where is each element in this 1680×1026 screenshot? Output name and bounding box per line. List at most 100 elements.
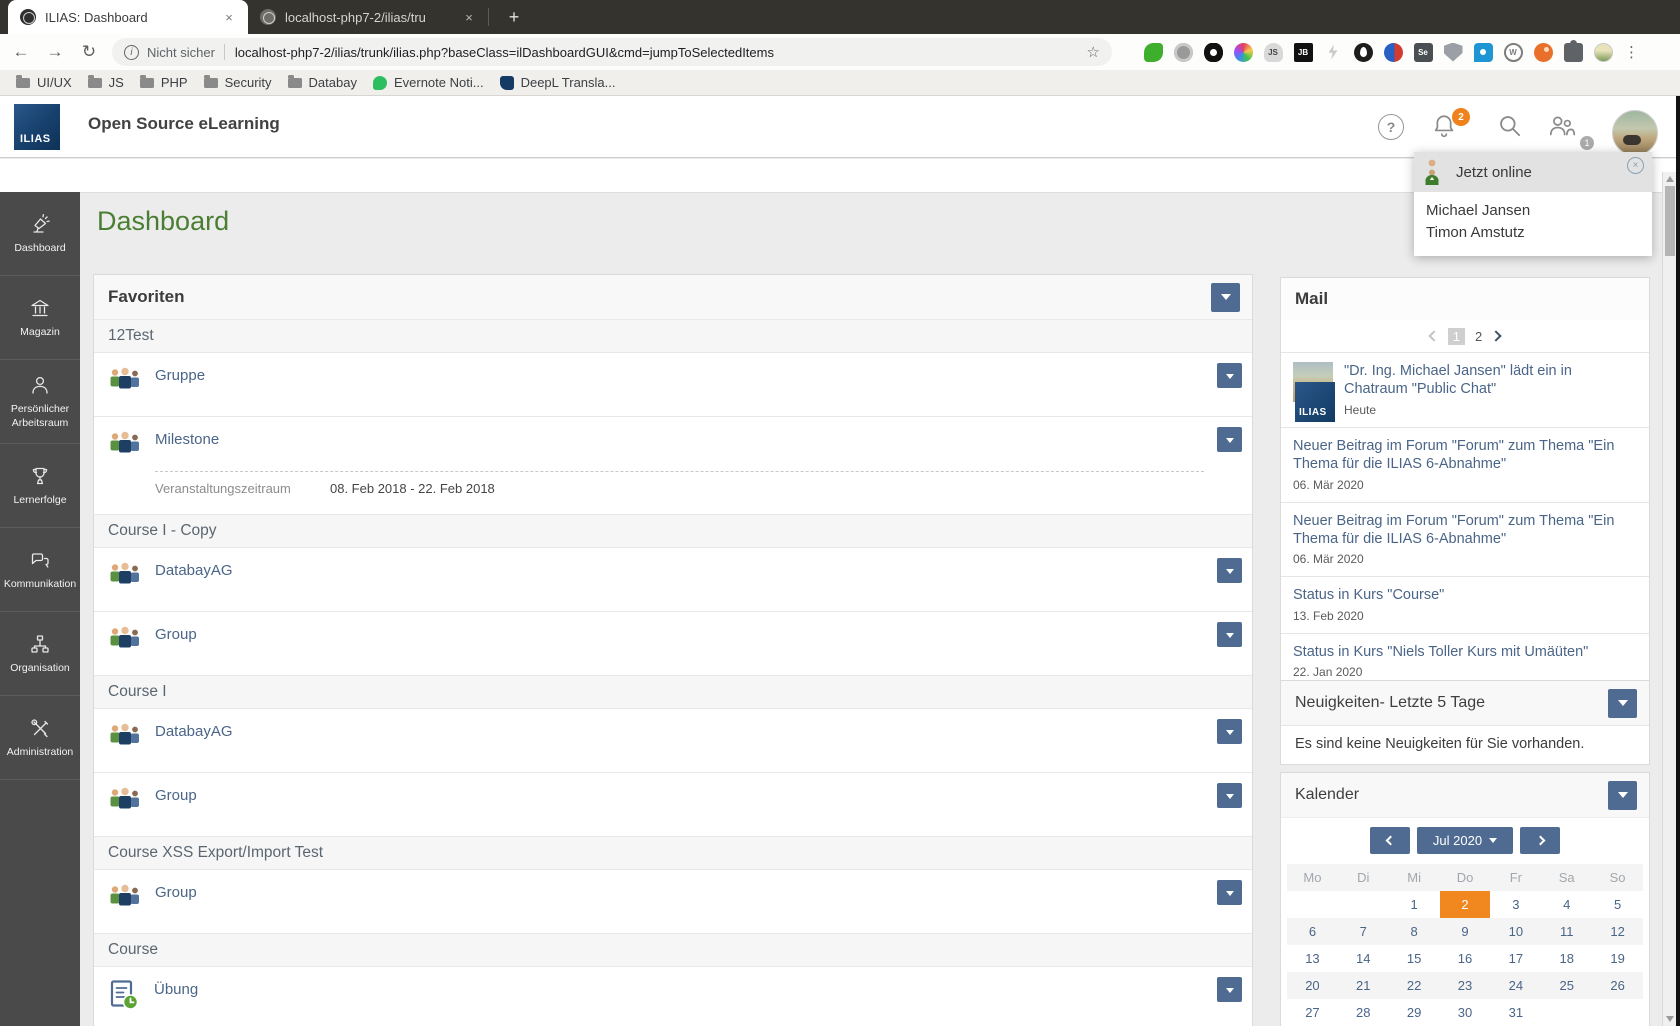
calendar-day[interactable]: 8: [1389, 918, 1440, 945]
site-info-icon[interactable]: i: [124, 44, 139, 60]
calendar-day[interactable]: 13: [1287, 945, 1338, 972]
address-bar[interactable]: i Nicht sicher localhost-php7-2/ilias/tr…: [112, 38, 1112, 66]
news-collapse-button[interactable]: [1608, 688, 1637, 718]
url-text[interactable]: localhost-php7-2/ilias/trunk/ilias.php?b…: [235, 45, 1079, 60]
mail-title-link[interactable]: "Dr. Ing. Michael Jansen" lädt ein in Ch…: [1344, 362, 1637, 399]
calendar-day[interactable]: 29: [1389, 999, 1440, 1026]
calendar-day[interactable]: 27: [1287, 999, 1338, 1026]
forward-button[interactable]: →: [42, 39, 68, 65]
scroll-down-arrow[interactable]: [1666, 1016, 1674, 1022]
calendar-prev-button[interactable]: [1370, 827, 1410, 854]
online-users-icon[interactable]: [1546, 112, 1578, 140]
tab-close-icon[interactable]: ×: [220, 8, 238, 26]
extension-eye-icon[interactable]: [1203, 42, 1223, 62]
item-actions-button[interactable]: [1217, 427, 1242, 452]
calendar-day[interactable]: 12: [1592, 918, 1643, 945]
item-actions-button[interactable]: [1217, 977, 1242, 1002]
browser-menu-icon[interactable]: ⋮: [1624, 43, 1639, 61]
calendar-day[interactable]: 25: [1541, 972, 1592, 999]
sidebar-item-organisation[interactable]: Organisation: [0, 612, 80, 696]
calendar-month-button[interactable]: Jul 2020: [1417, 827, 1513, 854]
mail-title-link[interactable]: Neuer Beitrag im Forum "Forum" zum Thema…: [1293, 437, 1637, 474]
online-user[interactable]: Michael Jansen: [1426, 200, 1640, 222]
close-icon[interactable]: ×: [1627, 157, 1644, 174]
mail-title-link[interactable]: Status in Kurs "Niels Toller Kurs mit Um…: [1293, 643, 1637, 661]
calendar-day[interactable]: 17: [1490, 945, 1541, 972]
calendar-day[interactable]: 26: [1592, 972, 1643, 999]
calendar-day[interactable]: 24: [1490, 972, 1541, 999]
calendar-day[interactable]: 31: [1490, 999, 1541, 1026]
extension-puzzle-icon[interactable]: [1563, 39, 1583, 62]
item-actions-button[interactable]: [1217, 880, 1242, 905]
item-link[interactable]: Group: [155, 787, 197, 804]
mail-title-link[interactable]: Status in Kurs "Course": [1293, 586, 1637, 604]
item-actions-button[interactable]: [1217, 622, 1242, 647]
calendar-day[interactable]: 3: [1490, 891, 1541, 918]
extension-orange-icon[interactable]: [1533, 42, 1553, 62]
scroll-up-arrow[interactable]: [1666, 176, 1674, 182]
extension-js-icon[interactable]: JS: [1263, 42, 1283, 62]
sidebar-item-kommunikation[interactable]: Kommunikation: [0, 528, 80, 612]
item-link[interactable]: Group: [155, 884, 197, 901]
extension-jetbrains-icon[interactable]: JB: [1293, 42, 1313, 62]
pagination-next-icon[interactable]: [1490, 330, 1502, 342]
calendar-day[interactable]: 28: [1338, 999, 1389, 1026]
item-actions-button[interactable]: [1217, 363, 1242, 388]
item-link[interactable]: Gruppe: [155, 367, 205, 384]
calendar-day[interactable]: 11: [1541, 918, 1592, 945]
pagination-page-2[interactable]: 2: [1475, 329, 1482, 344]
calendar-day[interactable]: 5: [1592, 891, 1643, 918]
item-link[interactable]: Übung: [154, 981, 198, 998]
tab-ilias-dashboard[interactable]: ILIAS: Dashboard ×: [8, 0, 248, 34]
bookmark-folder-js[interactable]: JS: [87, 75, 124, 90]
extension-camera-icon[interactable]: [1233, 42, 1253, 62]
calendar-day[interactable]: 18: [1541, 945, 1592, 972]
profile-avatar[interactable]: [1593, 42, 1613, 62]
sidebar-item-dashboard[interactable]: Dashboard: [0, 192, 80, 276]
extension-shield-icon[interactable]: [1443, 42, 1463, 62]
user-avatar[interactable]: [1612, 110, 1658, 156]
calendar-day[interactable]: 9: [1440, 918, 1491, 945]
favorites-collapse-button[interactable]: [1211, 282, 1240, 312]
calendar-day[interactable]: 7: [1338, 918, 1389, 945]
extension-lightning-icon[interactable]: [1324, 43, 1343, 62]
extension-w-icon[interactable]: W: [1503, 42, 1523, 62]
new-tab-button[interactable]: +: [499, 3, 529, 31]
calendar-day[interactable]: 10: [1490, 918, 1541, 945]
calendar-day[interactable]: 22: [1389, 972, 1440, 999]
calendar-collapse-button[interactable]: [1608, 780, 1637, 810]
bookmark-evernote[interactable]: Evernote Noti...: [372, 75, 484, 90]
search-icon[interactable]: [1496, 112, 1524, 140]
calendar-day[interactable]: 23: [1440, 972, 1491, 999]
item-actions-button[interactable]: [1217, 558, 1242, 583]
item-link[interactable]: Milestone: [155, 431, 219, 448]
scrollbar-thumb[interactable]: [1665, 186, 1675, 256]
sidebar-item-magazin[interactable]: Magazin: [0, 276, 80, 360]
mail-title-link[interactable]: Neuer Beitrag im Forum "Forum" zum Thema…: [1293, 512, 1637, 549]
extension-selenium-icon[interactable]: Se: [1413, 42, 1433, 62]
calendar-day-selected[interactable]: 2: [1439, 891, 1491, 918]
calendar-day[interactable]: 14: [1338, 945, 1389, 972]
bookmark-deepl[interactable]: DeepL Transla...: [499, 75, 615, 90]
tab-localhost[interactable]: localhost-php7-2/ilias/tru ×: [248, 0, 488, 34]
extension-bug-icon[interactable]: [1143, 42, 1163, 62]
bookmark-folder-uiux[interactable]: UI/UX: [16, 75, 72, 90]
calendar-next-button[interactable]: [1520, 827, 1560, 854]
page-scrollbar[interactable]: [1662, 172, 1676, 1026]
item-actions-button[interactable]: [1217, 719, 1242, 744]
calendar-day[interactable]: 16: [1440, 945, 1491, 972]
sidebar-item-lernerfolge[interactable]: Lernerfolge: [0, 444, 80, 528]
extension-gear-icon[interactable]: [1173, 42, 1193, 62]
pagination-prev-icon[interactable]: [1428, 330, 1440, 342]
bookmark-folder-security[interactable]: Security: [203, 75, 272, 90]
calendar-day[interactable]: 21: [1338, 972, 1389, 999]
help-icon[interactable]: ?: [1378, 114, 1404, 140]
extension-flame-icon[interactable]: [1353, 42, 1373, 62]
calendar-day[interactable]: 6: [1287, 918, 1338, 945]
calendar-day[interactable]: 4: [1541, 891, 1592, 918]
item-link[interactable]: Group: [155, 626, 197, 643]
bookmark-folder-databay[interactable]: Databay: [287, 75, 357, 90]
item-actions-button[interactable]: [1217, 783, 1242, 808]
extension-accessibility-icon[interactable]: [1383, 42, 1403, 62]
item-link[interactable]: DatabayAG: [155, 723, 233, 740]
